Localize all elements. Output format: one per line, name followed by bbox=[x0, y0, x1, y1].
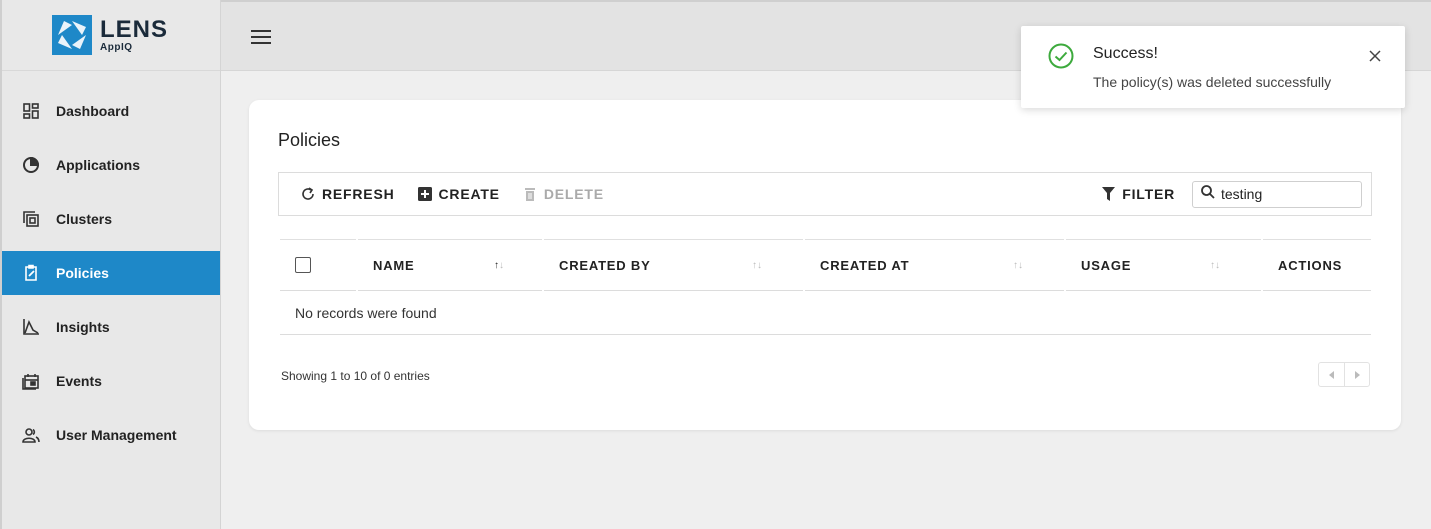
trash-icon bbox=[522, 186, 538, 202]
column-label: CREATED BY bbox=[559, 257, 651, 273]
lens-logo-icon bbox=[52, 15, 92, 55]
column-header-usage[interactable]: USAGE ↑↓ bbox=[1066, 238, 1263, 291]
column-label: ACTIONS bbox=[1278, 257, 1343, 273]
column-header-created-by[interactable]: CREATED BY ↑↓ bbox=[544, 238, 805, 291]
sidebar-item-label: Insights bbox=[56, 319, 110, 335]
next-page-button[interactable] bbox=[1344, 363, 1369, 386]
sidebar-item-events[interactable]: Events bbox=[2, 359, 220, 403]
sidebar-item-policies[interactable]: Policies bbox=[2, 251, 220, 295]
search-icon bbox=[1201, 184, 1215, 204]
refresh-button-label: REFRESH bbox=[322, 186, 395, 202]
brand-title: LENS bbox=[100, 15, 169, 43]
toast-message: The policy(s) was deleted successfully bbox=[1093, 74, 1332, 90]
pagination-controls bbox=[1318, 362, 1370, 387]
table-toolbar: REFRESH CREATE DELETE FILTER testing bbox=[278, 172, 1372, 216]
sidebar-item-insights[interactable]: Insights bbox=[2, 305, 220, 349]
sidebar-nav: Dashboard Applications Clusters Policies… bbox=[2, 89, 220, 457]
empty-state-row: No records were found bbox=[280, 291, 1371, 335]
brand-logo[interactable]: LENS AppIQ bbox=[2, 0, 220, 71]
table-header: NAME ↑↓ CREATED BY ↑↓ CREATED AT ↑↓ USAG… bbox=[280, 238, 1371, 291]
refresh-icon bbox=[300, 186, 316, 202]
policies-card: Policies REFRESH CREATE DELETE FILTER te… bbox=[249, 100, 1401, 430]
column-label: CREATED AT bbox=[820, 257, 910, 273]
filter-button-label: FILTER bbox=[1122, 186, 1175, 202]
create-button-label: CREATE bbox=[438, 186, 500, 202]
column-header-name[interactable]: NAME ↑↓ bbox=[358, 238, 544, 291]
policies-table: NAME ↑↓ CREATED BY ↑↓ CREATED AT ↑↓ USAG… bbox=[280, 238, 1371, 335]
refresh-button[interactable]: REFRESH bbox=[300, 186, 395, 202]
close-icon[interactable] bbox=[1369, 49, 1383, 63]
policies-icon bbox=[22, 264, 40, 282]
sidebar-item-label: Policies bbox=[56, 265, 109, 281]
sidebar-item-label: User Management bbox=[56, 427, 177, 443]
filter-button[interactable]: FILTER bbox=[1100, 186, 1175, 202]
success-toast: Success! The policy(s) was deleted succe… bbox=[1021, 26, 1405, 108]
previous-page-button[interactable] bbox=[1319, 363, 1344, 386]
sort-asc-icon: ↑↓ bbox=[494, 259, 504, 271]
check-circle-icon bbox=[1048, 43, 1074, 69]
column-header-actions: ACTIONS bbox=[1263, 238, 1371, 291]
add-box-icon bbox=[417, 186, 433, 202]
sort-icon: ↑↓ bbox=[752, 259, 762, 271]
sort-icon: ↑↓ bbox=[1210, 259, 1220, 271]
sidebar-item-label: Dashboard bbox=[56, 103, 130, 119]
empty-message: No records were found bbox=[295, 304, 437, 321]
filter-icon bbox=[1100, 186, 1116, 202]
column-label: USAGE bbox=[1081, 257, 1132, 273]
delete-button[interactable]: DELETE bbox=[522, 186, 604, 202]
chevron-left-icon bbox=[1328, 370, 1334, 379]
sidebar-item-applications[interactable]: Applications bbox=[2, 143, 220, 187]
sidebar-item-label: Applications bbox=[56, 157, 141, 173]
applications-icon bbox=[22, 156, 40, 174]
create-button[interactable]: CREATE bbox=[417, 186, 500, 202]
menu-toggle-icon[interactable] bbox=[251, 30, 271, 44]
events-icon bbox=[22, 372, 40, 390]
dashboard-icon bbox=[22, 102, 40, 120]
sidebar-item-user-management[interactable]: User Management bbox=[2, 413, 220, 457]
select-all-cell bbox=[280, 238, 358, 291]
column-label: NAME bbox=[373, 257, 415, 273]
page-title: Policies bbox=[278, 130, 341, 150]
user-management-icon bbox=[22, 426, 40, 444]
toast-title: Success! bbox=[1093, 45, 1158, 62]
pagination-info: Showing 1 to 10 of 0 entries bbox=[281, 369, 430, 383]
select-all-checkbox[interactable] bbox=[295, 257, 311, 273]
column-header-created-at[interactable]: CREATED AT ↑↓ bbox=[805, 238, 1066, 291]
sidebar-item-label: Events bbox=[56, 373, 102, 389]
insights-icon bbox=[22, 318, 40, 336]
sidebar: LENS AppIQ Dashboard Applications Cluste… bbox=[0, 0, 221, 529]
sidebar-item-dashboard[interactable]: Dashboard bbox=[2, 89, 220, 133]
sort-icon: ↑↓ bbox=[1013, 259, 1023, 271]
search-box bbox=[1192, 180, 1362, 208]
sidebar-item-label: Clusters bbox=[56, 211, 113, 227]
sidebar-item-clusters[interactable]: Clusters bbox=[2, 197, 220, 241]
brand-subtitle: AppIQ bbox=[100, 41, 133, 53]
delete-button-label: DELETE bbox=[543, 186, 604, 202]
chevron-right-icon bbox=[1355, 370, 1360, 379]
search-input[interactable] bbox=[1221, 186, 1351, 202]
clusters-icon bbox=[22, 210, 40, 228]
